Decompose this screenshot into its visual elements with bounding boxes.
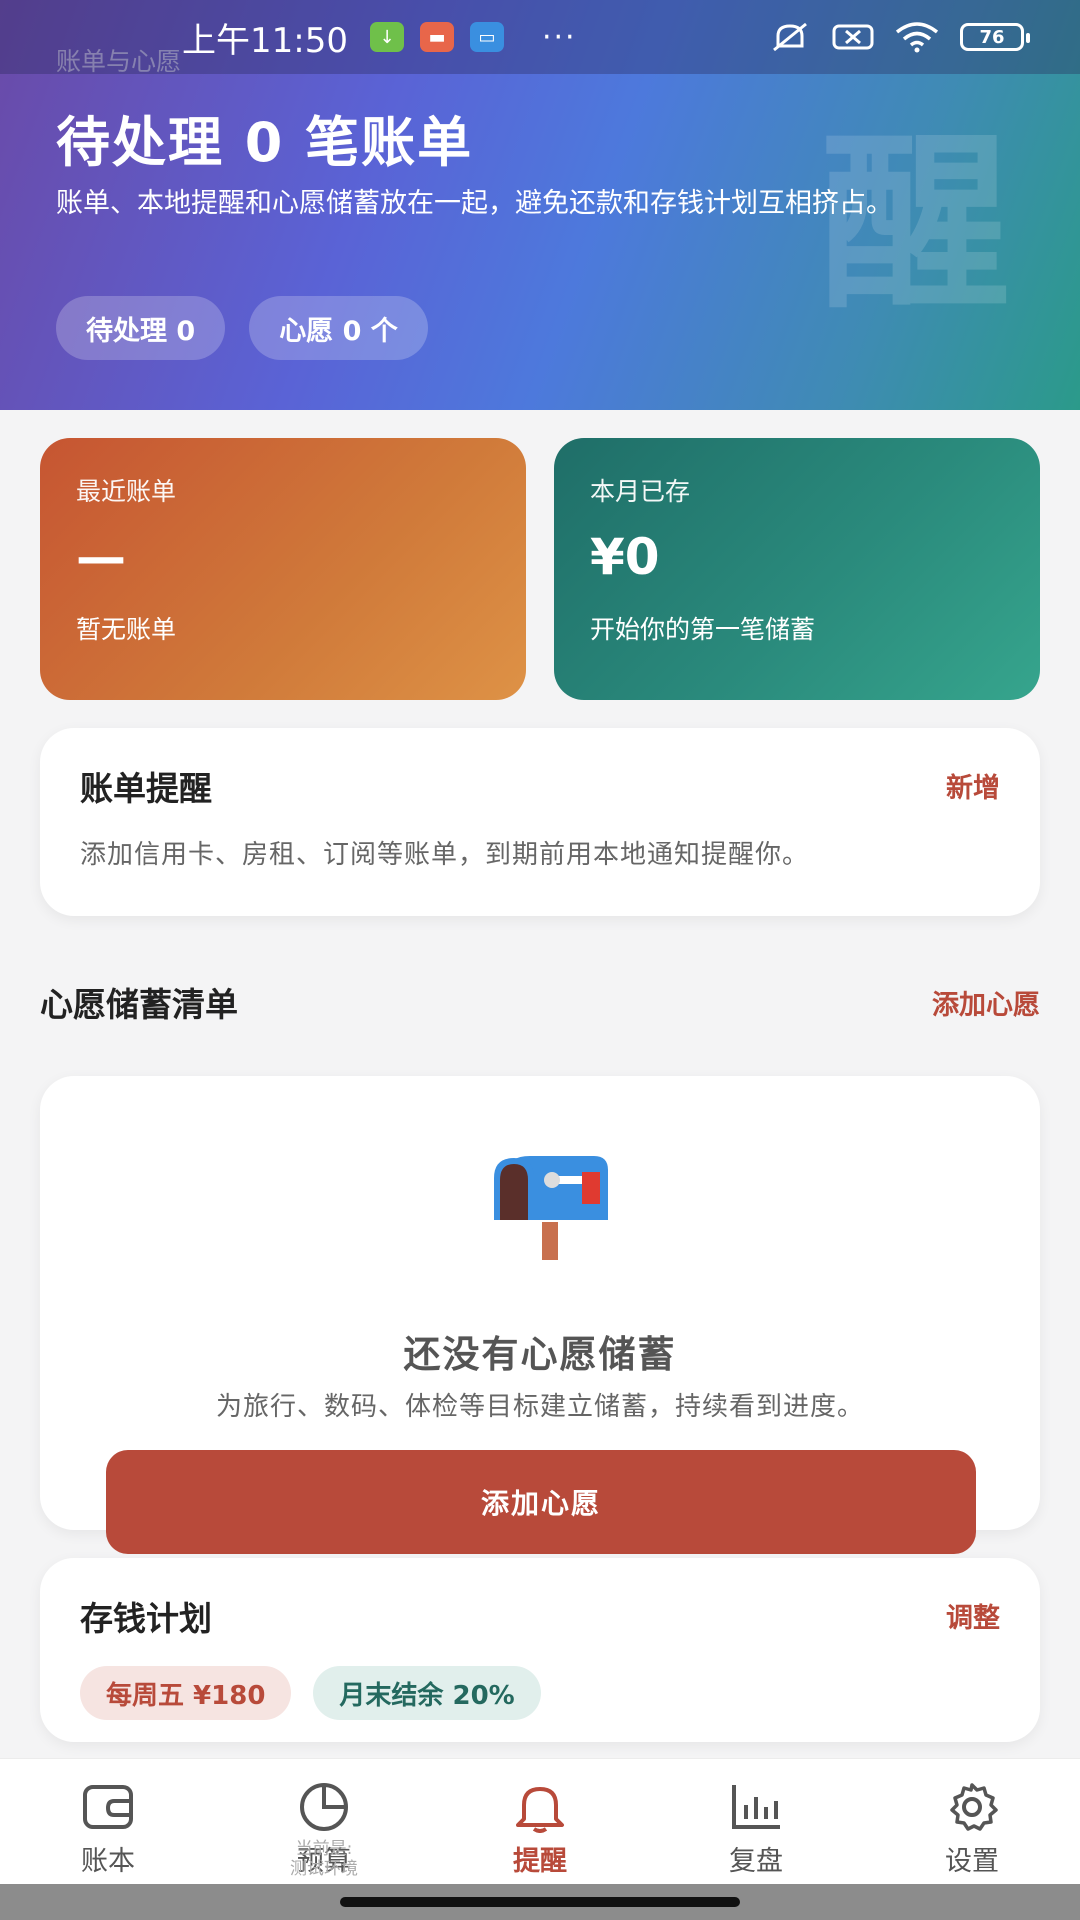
environment-note: 当前是: 测试环境 [290, 1839, 358, 1879]
nav-label-settings: 设置 [945, 1846, 999, 1877]
hero-title: 待处理 0 笔账单 [56, 111, 474, 174]
adjust-plan-button[interactable]: 调整 [946, 1596, 1000, 1635]
month-end-plan-chip[interactable]: 月末结余 20% [313, 1666, 541, 1720]
mailbox-icon [494, 1156, 608, 1260]
status-time: 上午11:50 [182, 20, 348, 61]
bill-reminder-text: 添加信用卡、房租、订阅等账单，到期前用本地通知提醒你。 [80, 840, 810, 870]
home-indicator[interactable] [340, 1897, 740, 1907]
wish-empty-title: 还没有心愿储蓄 [403, 1333, 677, 1376]
nav-item-budget[interactable]: 预算 当前是: 测试环境 [216, 1759, 432, 1884]
app-notification-icon: ▬ [419, 22, 454, 52]
nav-item-reminder[interactable]: 提醒 [432, 1759, 648, 1884]
add-wish-link[interactable]: 添加心愿 [932, 983, 1040, 1022]
bill-reminder-card: 账单提醒 新增 添加信用卡、房租、订阅等账单，到期前用本地通知提醒你。 [40, 728, 1040, 916]
nav-item-review[interactable]: 复盘 [648, 1759, 864, 1884]
bar-chart-icon [732, 1785, 780, 1829]
wish-empty-text: 为旅行、数码、体检等目标建立储蓄，持续看到进度。 [215, 1392, 864, 1422]
battery-icon: 76 [960, 23, 1030, 51]
nav-label-reminder: 提醒 [513, 1846, 567, 1877]
nav-item-ledger[interactable]: 账本 [0, 1759, 216, 1884]
recent-bill-value: — [76, 528, 126, 586]
hero-watermark: 醒 [819, 114, 1010, 335]
nav-label-ledger: 账本 [81, 1846, 135, 1877]
status-bar: 上午11:50 ↓ ▬ ▭ ··· 76 [0, 0, 1080, 74]
mute-icon [773, 22, 807, 52]
add-bill-button[interactable]: 新增 [946, 766, 1000, 805]
wallet-icon [83, 1785, 133, 1829]
bottom-nav: 账本 预算 当前是: 测试环境 提醒 复盘 设置 [0, 1758, 1080, 1884]
savings-plan-title: 存钱计划 [80, 1599, 212, 1638]
hero-description: 账单、本地提醒和心愿储蓄放在一起，避免还款和存钱计划互相挤占。 [56, 188, 893, 219]
gear-icon [950, 1783, 998, 1831]
nav-label-review: 复盘 [729, 1846, 783, 1877]
environment-note-line1: 当前是: [295, 1839, 353, 1859]
pie-chart-icon [300, 1783, 348, 1831]
wish-section-title: 心愿储蓄清单 [40, 985, 238, 1024]
saved-month-card[interactable]: 本月已存 ¥0 开始你的第一笔储蓄 [554, 438, 1040, 700]
recent-bill-label: 最近账单 [76, 477, 177, 506]
recent-bill-caption: 暂无账单 [76, 615, 177, 644]
sim-off-icon [832, 24, 874, 50]
recent-bill-card[interactable]: 最近账单 — 暂无账单 [40, 438, 526, 700]
wish-section-header: 心愿储蓄清单 添加心愿 [40, 978, 1040, 1026]
add-wish-button[interactable]: 添加心愿 [106, 1450, 976, 1554]
system-home-bar [0, 1884, 1080, 1920]
reminder-page: 醒 账单与心愿 上午11:50 ↓ ▬ ▭ ··· 76 待处理 0 笔账单 账… [0, 0, 1080, 1920]
hero-pills: 待处理 0 心愿 0 个 [56, 296, 428, 360]
wish-empty-card: 还没有心愿储蓄 为旅行、数码、体检等目标建立储蓄，持续看到进度。 添加心愿 [40, 1076, 1040, 1554]
card-notification-icon: ▭ [469, 22, 504, 52]
more-notifications-icon: ··· [541, 19, 577, 55]
weekly-plan-chip[interactable]: 每周五 ¥180 [80, 1666, 292, 1720]
wish-count-pill[interactable]: 心愿 0 个 [249, 296, 428, 360]
saved-month-label: 本月已存 [590, 477, 691, 506]
bill-reminder-title: 账单提醒 [80, 769, 212, 808]
bell-icon [516, 1787, 564, 1833]
savings-plan-card: 存钱计划 调整 每周五 ¥180 月末结余 20% [40, 1558, 1040, 1742]
status-right: 76 [768, 20, 1030, 54]
environment-note-line2: 测试环境 [290, 1859, 358, 1879]
saved-month-value: ¥0 [590, 528, 660, 586]
nav-item-settings[interactable]: 设置 [864, 1759, 1080, 1884]
hero-banner: 醒 账单与心愿 上午11:50 ↓ ▬ ▭ ··· 76 待处理 0 笔账单 账… [0, 0, 1080, 410]
download-icon: ↓ [369, 22, 404, 52]
plan-chips: 每周五 ¥180 月末结余 20% [80, 1666, 1000, 1720]
saved-month-caption: 开始你的第一笔储蓄 [590, 615, 816, 644]
wifi-icon [895, 22, 939, 53]
pending-pill[interactable]: 待处理 0 [56, 296, 226, 360]
